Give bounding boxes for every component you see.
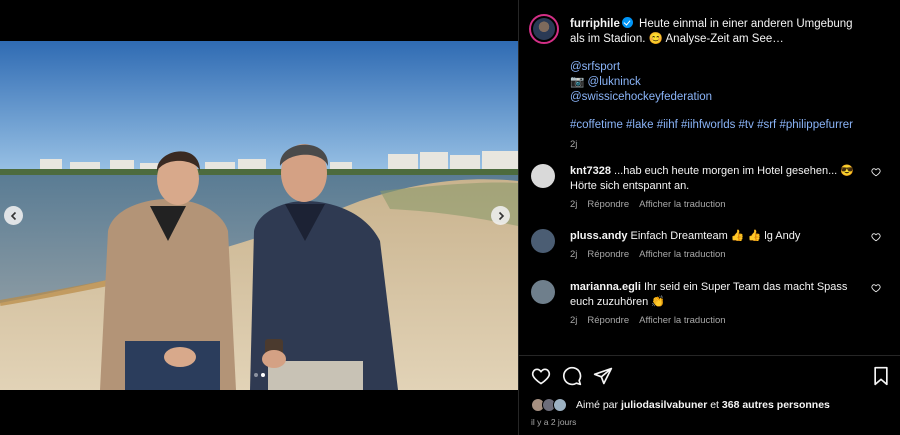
- likes-prefix: Aimé par: [576, 399, 619, 411]
- post-photo[interactable]: [0, 41, 518, 390]
- carousel-dot: [253, 373, 258, 377]
- carousel-dots: [0, 373, 518, 377]
- heart-icon[interactable]: [871, 283, 881, 293]
- post-media: [0, 0, 518, 435]
- comment-time: 2j: [570, 315, 578, 326]
- translate-button[interactable]: Afficher la traduction: [639, 247, 725, 262]
- photo-image: [0, 41, 518, 390]
- comment-icon[interactable]: [562, 366, 582, 386]
- camera-emoji: 📷: [570, 76, 585, 88]
- mention-federation[interactable]: @swissicehockeyfederation: [570, 90, 870, 105]
- divider: [519, 355, 900, 356]
- carousel-next-button[interactable]: [491, 206, 510, 225]
- heart-icon[interactable]: [871, 167, 881, 177]
- chevron-left-icon: [10, 211, 16, 220]
- avatar[interactable]: [529, 14, 559, 44]
- comment-text: ...hab euch heute morgen im Hotel gesehe…: [570, 165, 854, 192]
- translate-button[interactable]: Afficher la traduction: [639, 197, 725, 212]
- carousel-prev-button[interactable]: [4, 206, 23, 225]
- post-username[interactable]: furriphile: [570, 18, 620, 30]
- action-bar: [531, 366, 891, 388]
- post-age: 2j: [570, 139, 578, 150]
- reply-button[interactable]: Répondre: [587, 197, 629, 212]
- post-sidebar: furriphile Heute einmal in einer anderen…: [518, 0, 900, 435]
- avatar[interactable]: [531, 280, 555, 304]
- likes-others[interactable]: 368 autres personnes: [722, 399, 830, 411]
- verified-icon: [621, 17, 633, 28]
- comment-time: 2j: [570, 199, 578, 210]
- carousel-dot-active: [260, 373, 265, 377]
- heart-icon[interactable]: [531, 366, 551, 386]
- comment-time: 2j: [570, 249, 578, 260]
- bookmark-icon[interactable]: [871, 366, 891, 386]
- likes-connector: et: [710, 399, 719, 411]
- hashtags[interactable]: #coffetime #lake #iihf #iihfworlds #tv #…: [570, 119, 853, 131]
- liker-username[interactable]: juliodasilvabuner: [621, 399, 707, 411]
- chevron-right-icon: [498, 211, 504, 220]
- likes-summary: Aimé par juliodasilvabuner et 368 autres…: [531, 398, 891, 412]
- mention-lukninck[interactable]: @lukninck: [588, 76, 641, 88]
- comment-username[interactable]: marianna.egli: [570, 281, 641, 293]
- mention-srfsport[interactable]: @srfsport: [570, 60, 870, 75]
- liker-avatars: [531, 398, 573, 412]
- reply-button[interactable]: Répondre: [587, 313, 629, 328]
- share-icon[interactable]: [593, 366, 613, 386]
- reply-button[interactable]: Répondre: [587, 247, 629, 262]
- translate-button[interactable]: Afficher la traduction: [639, 313, 725, 328]
- comment-username[interactable]: pluss.andy: [570, 230, 627, 242]
- heart-icon[interactable]: [871, 232, 881, 242]
- comment-username[interactable]: knt7328: [570, 165, 611, 177]
- caption-text: furriphile Heute einmal in einer anderen…: [570, 17, 870, 152]
- avatar[interactable]: [531, 229, 555, 253]
- avatar[interactable]: [531, 164, 555, 188]
- post-timestamp: il y a 2 jours: [531, 417, 577, 427]
- comment-text: Einfach Dreamteam 👍 👍 lg Andy: [630, 230, 801, 242]
